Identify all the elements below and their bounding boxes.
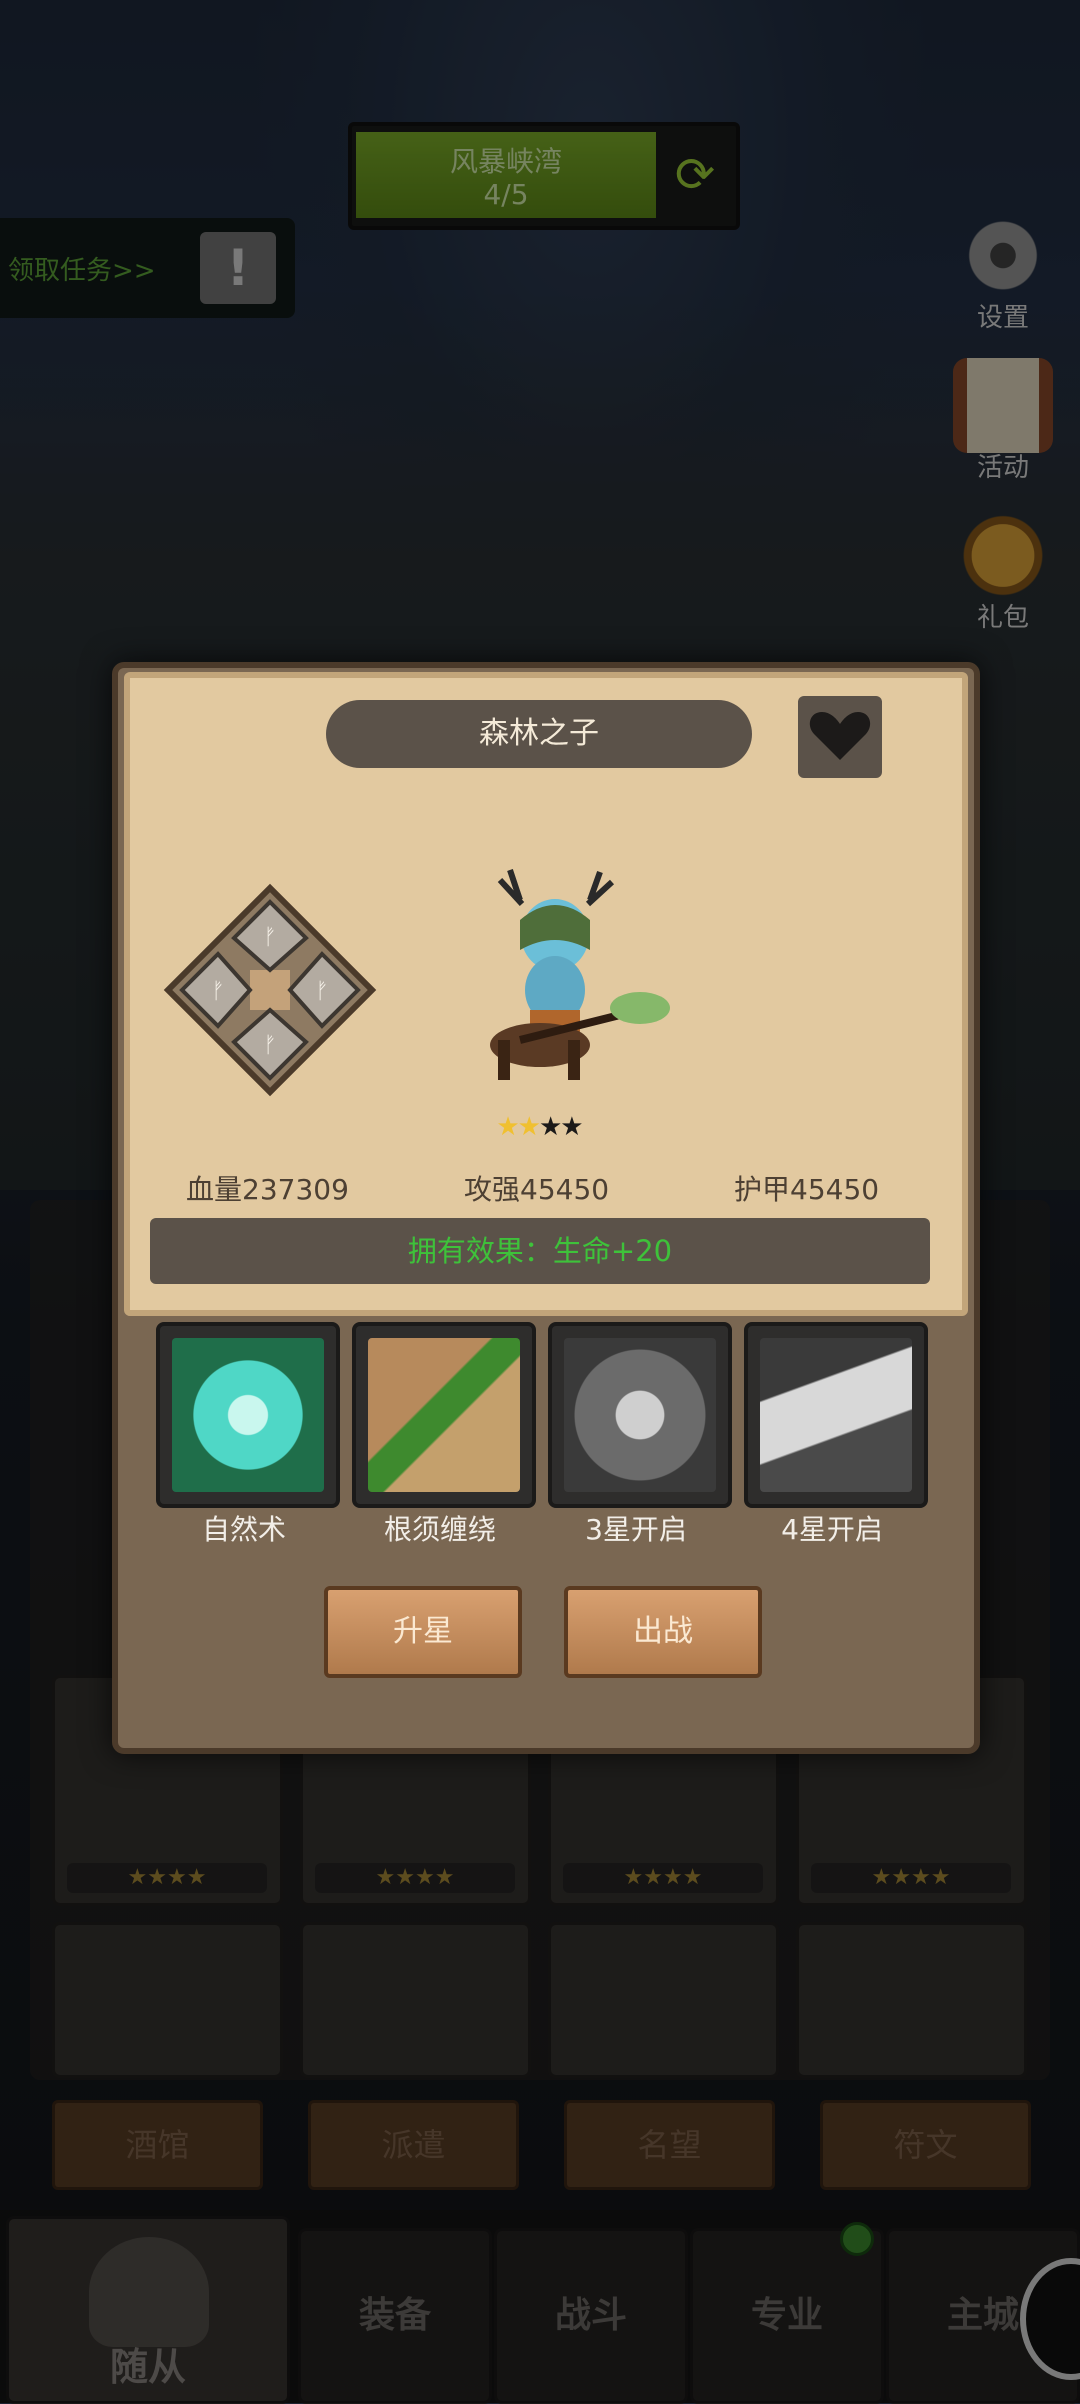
deploy-button[interactable]: 出战 [564,1586,762,1678]
rune-slots-icon[interactable]: ᚠ ᚠ ᚠ ᚠ [160,880,380,1100]
skill-label: 根须缠绕 [383,1513,496,1546]
upgrade-star-button[interactable]: 升星 [324,1586,522,1678]
hero-star-rating: ★★★★ [496,1112,583,1142]
heart-icon [809,712,871,760]
armor-stat: 护甲45450 [734,1173,880,1206]
hp-stat: 血量237309 [186,1173,349,1206]
hero-name: 森林之子 [326,700,752,768]
locked-skill-icon [564,1338,716,1492]
skill-label: 自然术 [201,1513,286,1546]
svg-text:ᚠ: ᚠ [263,1033,276,1058]
skill-root-entangle[interactable] [352,1322,536,1508]
hero-portrait [490,869,670,1080]
svg-text:ᚠ: ᚠ [315,979,328,1004]
svg-text:ᚠ: ᚠ [263,925,276,950]
skill-nature-spell[interactable] [156,1322,340,1508]
locked-skill-icon [760,1338,912,1492]
nature-spell-icon [172,1338,324,1492]
skill-label: 3星开启 [585,1513,687,1546]
owned-effect: 拥有效果：生命+20 [150,1218,930,1284]
attack-stat: 攻强45450 [464,1173,610,1206]
root-entangle-icon [368,1338,520,1492]
skill-label: 4星开启 [781,1513,883,1546]
svg-text:ᚠ: ᚠ [211,979,224,1004]
favorite-button[interactable] [798,696,882,778]
skill-locked-3-star[interactable] [548,1322,732,1508]
skill-locked-4-star[interactable] [744,1322,928,1508]
